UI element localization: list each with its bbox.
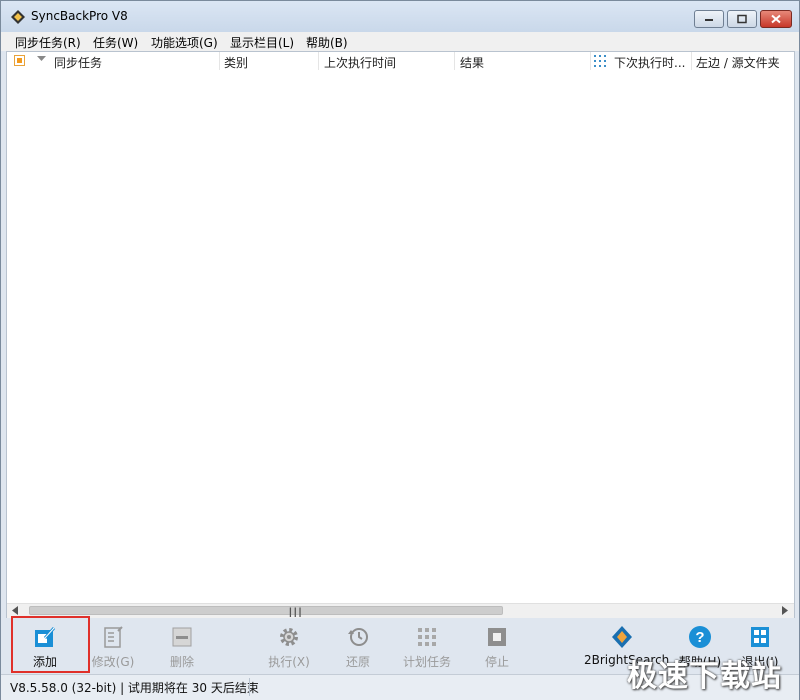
stop-button[interactable]: 停止 xyxy=(467,618,527,674)
column-divider[interactable] xyxy=(691,52,692,70)
task-list[interactable] xyxy=(7,70,794,602)
status-divider xyxy=(249,678,250,696)
calendar-grid-icon xyxy=(418,628,436,646)
minimize-button[interactable] xyxy=(694,10,724,28)
menu-bar: 同步任务(R) 任务(W) 功能选项(G) 显示栏目(L) 帮助(B) xyxy=(1,32,799,51)
menu-options[interactable]: 功能选项(G) xyxy=(151,34,218,51)
column-header-task[interactable]: 同步任务 xyxy=(54,54,102,71)
column-header-next-run[interactable]: 下次执行时... xyxy=(614,54,685,71)
close-button[interactable] xyxy=(760,10,792,28)
task-list-panel: 同步任务 类别 上次执行时间 结果 下次执行时... 左边 / 源文件夹 ┃┃┃ xyxy=(6,51,795,618)
modify-button[interactable]: 修改(G) xyxy=(83,618,143,674)
menu-columns[interactable]: 显示栏目(L) xyxy=(230,34,294,51)
window-title: SyncBackPro V8 xyxy=(31,9,128,23)
title-bar: SyncBackPro V8 xyxy=(1,1,799,32)
horizontal-scrollbar[interactable]: ┃┃┃ xyxy=(7,603,794,618)
brightsearch-logo-icon xyxy=(612,626,632,648)
delete-button[interactable]: 删除 xyxy=(152,618,212,674)
scrollbar-grip-icon: ┃┃┃ xyxy=(288,608,303,617)
modify-icon xyxy=(104,626,123,648)
app-logo-icon xyxy=(11,10,25,24)
menu-tasks[interactable]: 任务(W) xyxy=(93,34,138,51)
column-divider[interactable] xyxy=(219,52,220,70)
restore-button[interactable]: 还原 xyxy=(328,618,388,674)
add-button-highlight xyxy=(11,616,90,673)
column-header-result[interactable]: 结果 xyxy=(460,54,484,71)
schedule-button-label: 计划任务 xyxy=(402,655,451,669)
stop-button-label: 停止 xyxy=(484,655,509,669)
minimize-icon xyxy=(705,19,713,21)
close-icon xyxy=(771,14,781,24)
help-icon: ? xyxy=(689,626,711,648)
status-text: V8.5.58.0 (32-bit) | 试用期将在 30 天后结束 xyxy=(10,681,259,695)
column-header-type[interactable]: 类别 xyxy=(224,54,248,71)
select-all-checkbox[interactable] xyxy=(14,55,25,66)
scroll-right-arrow-icon[interactable] xyxy=(782,606,788,615)
scrollbar-thumb[interactable]: ┃┃┃ xyxy=(29,606,503,617)
column-header-last-run[interactable]: 上次执行时间 xyxy=(324,54,396,71)
maximize-button[interactable] xyxy=(727,10,757,28)
scroll-left-arrow-icon[interactable] xyxy=(12,606,18,615)
menu-help[interactable]: 帮助(B) xyxy=(306,34,348,51)
delete-button-label: 删除 xyxy=(169,655,194,669)
exit-icon xyxy=(751,627,769,647)
gear-icon xyxy=(280,628,298,646)
delete-icon xyxy=(172,627,192,647)
column-divider[interactable] xyxy=(454,52,455,70)
stop-icon xyxy=(488,628,506,646)
restore-button-label: 还原 xyxy=(345,655,370,669)
restore-history-icon xyxy=(348,628,368,646)
run-button-label: 执行(X) xyxy=(268,655,310,669)
menu-sync-tasks[interactable]: 同步任务(R) xyxy=(15,34,81,51)
column-divider[interactable] xyxy=(318,52,319,70)
maximize-icon xyxy=(737,14,747,24)
column-header-source-folder[interactable]: 左边 / 源文件夹 xyxy=(696,54,780,71)
modify-button-label: 修改(G) xyxy=(91,655,135,669)
list-header: 同步任务 类别 上次执行时间 结果 下次执行时... 左边 / 源文件夹 xyxy=(7,52,794,71)
svg-text:?: ? xyxy=(695,629,704,646)
schedule-button[interactable]: 计划任务 xyxy=(397,618,457,674)
watermark-text: 极速下载站 xyxy=(627,659,782,694)
schedule-grid-icon xyxy=(594,55,606,67)
run-button[interactable]: 执行(X) xyxy=(259,618,319,674)
app-window: SyncBackPro V8 同步任务(R) 任务(W) 功能选项(G) 显示栏… xyxy=(0,0,800,700)
sort-dropdown-icon[interactable] xyxy=(37,56,46,62)
column-divider[interactable] xyxy=(590,52,591,70)
